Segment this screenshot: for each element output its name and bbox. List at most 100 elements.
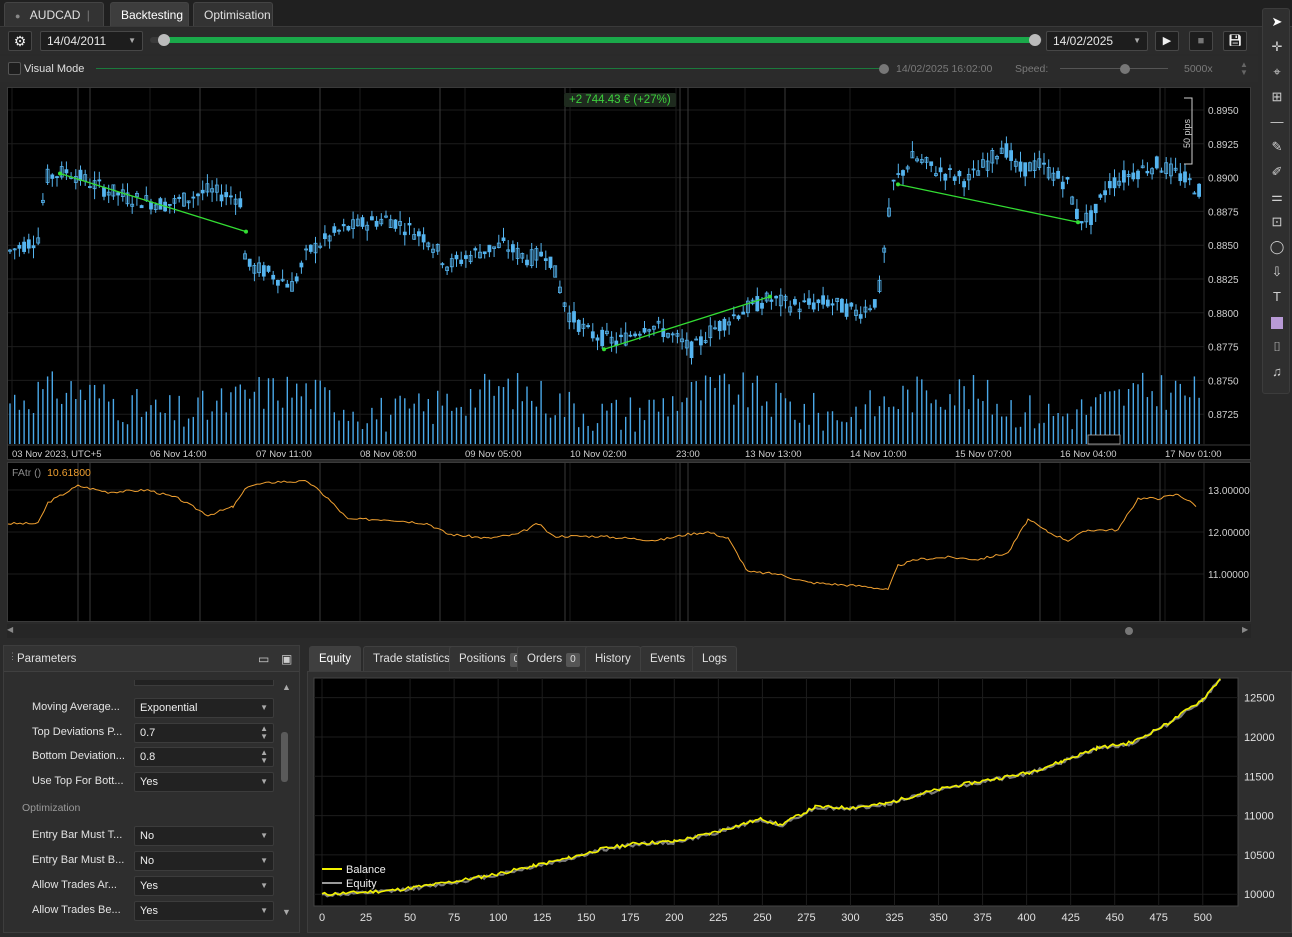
end-date-field[interactable]: 14/02/2025 ▼ xyxy=(1046,31,1148,51)
parameter-spinner[interactable]: 0.7 ▲ ▼ xyxy=(134,722,274,743)
chart-scrollbar[interactable]: ◀ ▶ xyxy=(7,624,1251,638)
text-icon[interactable]: T xyxy=(1267,287,1287,307)
parameter-select[interactable]: Yes ▼ xyxy=(134,901,274,921)
brush-icon[interactable]: ✐ xyxy=(1267,162,1287,182)
parameter-select[interactable]: Yes ▼ xyxy=(134,771,274,792)
speed-handle[interactable] xyxy=(1120,64,1130,74)
save-icon[interactable]: ▣ xyxy=(281,652,292,666)
start-date-field[interactable]: 14/04/2011 ▼ xyxy=(40,31,143,51)
settings-button[interactable]: ⚙ xyxy=(8,31,32,51)
candle-body xyxy=(116,192,120,196)
candle-body xyxy=(1183,171,1187,183)
candle-body xyxy=(31,245,36,249)
candle-body xyxy=(463,255,468,259)
tab-backtesting[interactable]: Backtesting xyxy=(110,2,189,26)
scroll-thumb[interactable] xyxy=(281,732,288,782)
candle-body xyxy=(78,169,83,181)
price-tick-label: 0.8825 xyxy=(1208,275,1239,286)
grip-icon: ⋮ xyxy=(8,651,17,661)
y-tick-label: 11000 xyxy=(1244,811,1274,823)
grid-icon[interactable]: ⊡ xyxy=(1267,212,1287,232)
scroll-up-icon[interactable]: ▲ xyxy=(282,682,291,692)
tab-events[interactable]: Events xyxy=(640,646,696,671)
candle-body xyxy=(633,333,637,337)
candle-body xyxy=(802,300,807,303)
bell-icon[interactable]: ♫ xyxy=(1267,362,1287,382)
symbol-tab[interactable]: ● AUDCAD | h1 xyxy=(4,2,104,47)
parameter-value: Yes xyxy=(140,775,158,788)
price-tick-label: 0.8775 xyxy=(1208,343,1239,354)
time-marker xyxy=(1087,434,1121,445)
chevron-down-icon: ▼ xyxy=(260,831,268,840)
speed-label: Speed: xyxy=(1015,63,1049,75)
scroll-thumb[interactable] xyxy=(1125,627,1133,635)
candle-body xyxy=(1093,203,1098,214)
parameter-spinner[interactable]: 0.8 ▲ ▼ xyxy=(134,747,274,767)
tab-trade-statistics[interactable]: Trade statistics xyxy=(363,646,460,671)
cursor-icon[interactable]: ➤ xyxy=(1267,12,1287,32)
range-end-handle[interactable] xyxy=(1029,34,1041,46)
parameters-scrollbar[interactable]: ▲ ▼ xyxy=(280,682,292,917)
price-chart[interactable]: 0.8950 0.8925 0.8900 0.8875 0.8850 0.8825 0.88… xyxy=(7,87,1251,460)
equity-panel: 10000 10500 11000 11500 12000 12500 0 25 50 75 100… xyxy=(307,671,1292,933)
folder-open-icon[interactable]: ▭ xyxy=(258,652,269,666)
arrow-down-icon[interactable]: ⇩ xyxy=(1267,262,1287,282)
speed-stepper-icon[interactable]: ▲ ▼ xyxy=(1240,61,1248,77)
indicator-name: FAtr () xyxy=(12,467,42,479)
trend-line-handle xyxy=(768,294,772,299)
dot-icon: ● xyxy=(15,11,21,21)
candle-body xyxy=(501,237,506,242)
legend-label: Balance xyxy=(346,864,386,876)
tab-logs[interactable]: Logs xyxy=(692,646,737,671)
time-tick-label: 23:00 xyxy=(676,449,700,459)
tab-orders[interactable]: Orders 0 xyxy=(517,646,590,671)
symbol-label: AUDCAD xyxy=(29,8,81,22)
camera-icon[interactable]: ⌷ xyxy=(1267,337,1287,357)
scroll-right-icon[interactable]: ▶ xyxy=(1242,625,1248,634)
chevron-down-icon: ▼ xyxy=(260,881,268,890)
parameter-select[interactable]: Yes ▼ xyxy=(134,876,274,896)
parameter-select[interactable]: Exponential ▼ xyxy=(134,698,274,718)
candle-body xyxy=(266,265,271,272)
candle-body xyxy=(191,196,196,199)
visual-mode-checkbox[interactable] xyxy=(8,62,21,75)
parameter-select[interactable]: No ▼ xyxy=(134,826,274,846)
profit-label: +2 744.43 € (+27%) xyxy=(564,93,676,107)
scroll-down-icon[interactable]: ▼ xyxy=(282,907,291,917)
candle-body xyxy=(88,186,92,188)
candle-body xyxy=(1197,183,1201,197)
zoom-rect-icon[interactable]: ⊞ xyxy=(1267,87,1287,107)
pencil-icon[interactable]: ✎ xyxy=(1267,137,1287,157)
visual-progress-track xyxy=(96,68,882,69)
candle-body xyxy=(572,311,576,323)
visual-progress-handle[interactable] xyxy=(879,64,889,74)
indicator-pane[interactable]: 13.00000 12.00000 11.00000 FAtr () 10.6180… xyxy=(7,462,1251,622)
candle-body xyxy=(844,303,849,317)
ellipse-icon[interactable]: ◯ xyxy=(1267,237,1287,257)
color-swatch-icon[interactable] xyxy=(1267,312,1287,332)
x-tick-label: 125 xyxy=(533,912,551,924)
range-start-handle[interactable] xyxy=(158,34,170,46)
parameter-select[interactable]: No ▼ xyxy=(134,851,274,871)
fibonacci-icon[interactable]: ⚌ xyxy=(1267,187,1287,207)
candle-body xyxy=(97,179,102,182)
x-tick-label: 150 xyxy=(577,912,595,924)
stop-button[interactable]: ■ xyxy=(1189,31,1213,51)
x-tick-label: 25 xyxy=(360,912,372,924)
scroll-left-icon[interactable]: ◀ xyxy=(7,625,13,634)
measure-icon[interactable]: ⌖ xyxy=(1267,62,1287,82)
parameters-header: ⋮ Parameters ▭ ▣ xyxy=(4,646,299,672)
pips-label: 50 pips xyxy=(1182,118,1192,148)
parameter-label: Moving Average... xyxy=(32,701,120,713)
crosshair-icon[interactable]: ✛ xyxy=(1267,37,1287,57)
tab-equity[interactable]: Equity xyxy=(309,646,361,671)
tab-optimisation[interactable]: Optimisation xyxy=(193,2,273,26)
candle-body xyxy=(294,276,299,282)
horizontal-line-icon[interactable]: ― xyxy=(1267,112,1287,132)
gear-icon: ⚙ xyxy=(13,33,27,49)
save-button[interactable]: 💾︎ xyxy=(1223,31,1247,51)
indicator-tick-label: 13.00000 xyxy=(1208,486,1250,497)
play-button[interactable]: ▶ xyxy=(1155,31,1179,51)
tab-history[interactable]: History xyxy=(585,646,641,671)
trend-line-handle xyxy=(602,347,606,352)
